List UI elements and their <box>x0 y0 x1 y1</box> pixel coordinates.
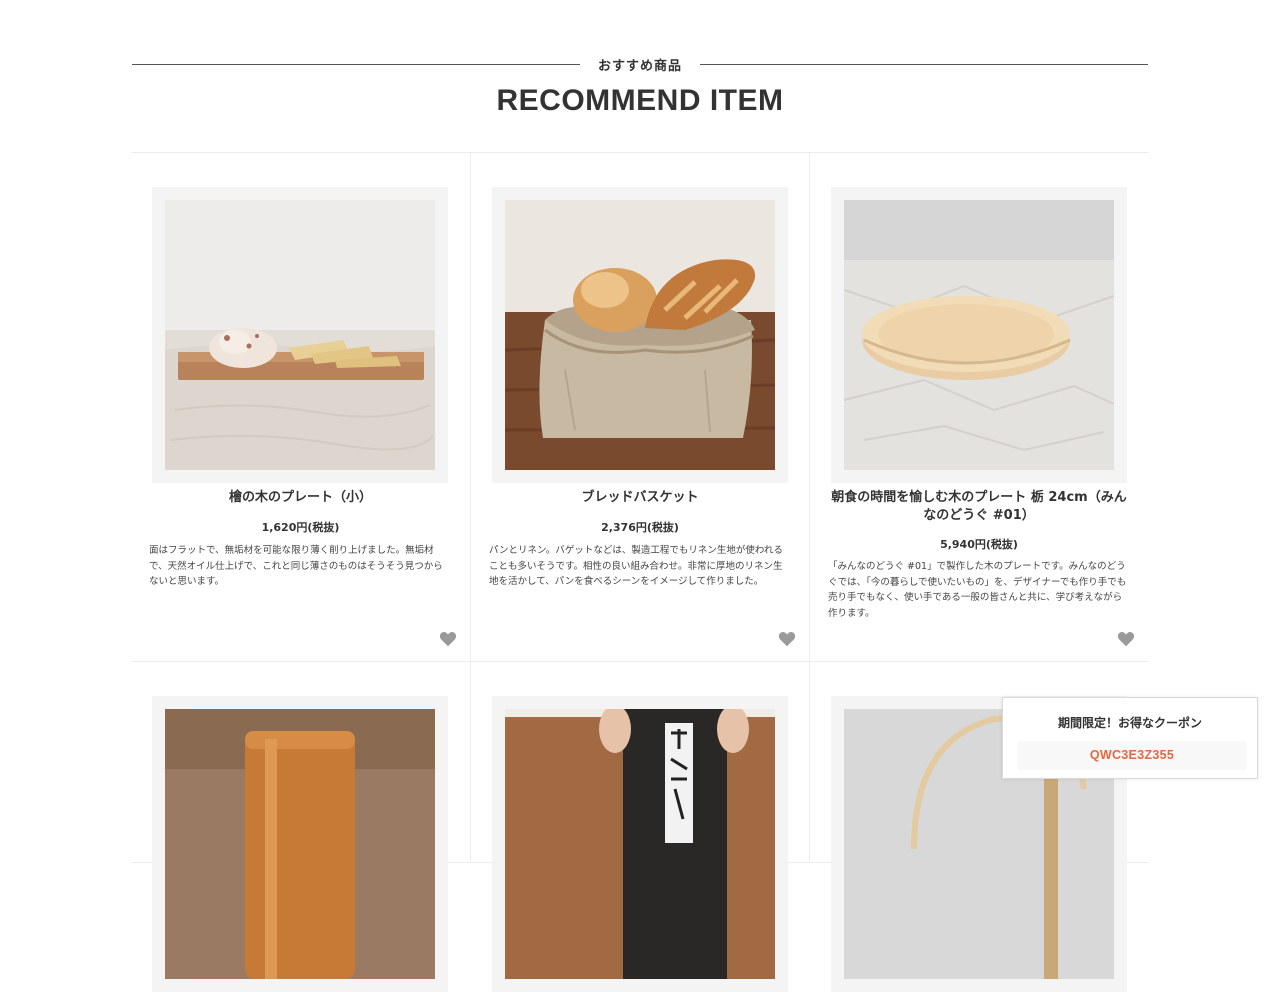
product-name[interactable]: 朝食の時間を愉しむ木のプレート 栃 24cm（みんなのどうぐ #01） <box>826 489 1132 525</box>
product-price: 1,620円(税抜) <box>261 521 340 534</box>
product-card[interactable] <box>470 662 809 992</box>
product-name[interactable]: 檜の木のプレート（小） <box>147 489 454 507</box>
product-card[interactable]: ブレッドバスケット 2,376円(税抜) パンとリネン。バゲットなどは、製造工程… <box>470 153 809 661</box>
linen-bread-basket-photo <box>505 200 775 470</box>
product-card[interactable]: 檜の木のプレート（小） 1,620円(税抜) 面はフラットで、無垢材を可能な限り… <box>131 153 470 661</box>
product-image-frame[interactable] <box>152 187 448 483</box>
coupon-popup[interactable]: 期間限定！お得なクーポン QWC3E3Z355 <box>1002 697 1258 779</box>
product-image-frame[interactable] <box>831 187 1127 483</box>
product-name[interactable]: ブレッドバスケット <box>487 489 793 507</box>
product-row: 檜の木のプレート（小） 1,620円(税抜) 面はフラットで、無垢材を可能な限り… <box>131 153 1149 662</box>
heart-icon[interactable] <box>1117 631 1135 647</box>
product-description: 「みんなのどうぐ #01」で製作した木のプレートです。みんなのどうぐでは、「今の… <box>828 561 1127 619</box>
coupon-code[interactable]: QWC3E3Z355 <box>1018 741 1246 770</box>
product-card[interactable]: 朝食の時間を愉しむ木のプレート 栃 24cm（みんなのどうぐ #01） 5,94… <box>809 153 1148 661</box>
product-card[interactable] <box>131 662 470 992</box>
product-image-frame[interactable] <box>152 696 448 992</box>
tea-package-photo <box>505 709 775 979</box>
heart-icon[interactable] <box>778 631 796 647</box>
heart-icon[interactable] <box>439 631 457 647</box>
product-image[interactable] <box>505 200 775 470</box>
product-image-frame[interactable] <box>492 696 788 992</box>
product-description: 面はフラットで、無垢材を可能な限り薄く削り上げました。無垢材で、天然オイル仕上げ… <box>149 545 443 587</box>
product-image[interactable] <box>505 709 775 979</box>
wooden-canister-photo <box>165 709 435 979</box>
section-title-en: RECOMMEND ITEM <box>496 84 784 117</box>
wooden-plate-with-crackers-photo <box>165 200 435 470</box>
section-title-jp: おすすめ商品 <box>597 59 682 74</box>
product-description: パンとリネン。バゲットなどは、製造工程でもリネン生地が使われることも多いそうです… <box>489 545 783 587</box>
product-price: 5,940円(税抜) <box>940 538 1018 551</box>
product-image[interactable] <box>165 709 435 979</box>
product-image-frame[interactable] <box>492 187 788 483</box>
round-wooden-plate-photo <box>844 200 1114 470</box>
product-price: 2,376円(税抜) <box>601 521 679 534</box>
product-image[interactable] <box>165 200 435 470</box>
product-grid: 檜の木のプレート（小） 1,620円(税抜) 面はフラットで、無垢材を可能な限り… <box>131 152 1149 992</box>
recommend-section-header: おすすめ商品 RECOMMEND ITEM <box>132 40 1148 140</box>
product-image[interactable] <box>844 200 1114 470</box>
product-row <box>131 662 1149 992</box>
coupon-title: 期間限定！お得なクーポン <box>1057 716 1202 730</box>
